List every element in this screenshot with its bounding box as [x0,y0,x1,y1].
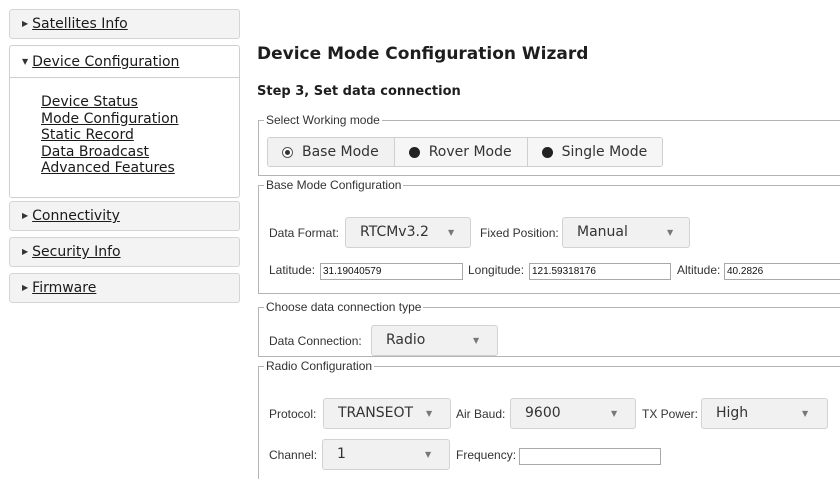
rover-mode-radio[interactable]: Rover Mode [394,138,528,166]
dropdown-arrow-icon: ▼ [473,336,480,345]
caret-down-icon: ▼ [22,57,29,66]
air-baud-label: Air Baud: [456,407,506,421]
radio-unselected-icon [541,146,553,158]
protocol-value: TRANSEOT [338,405,414,421]
sidebar-section-label[interactable]: Device Configuration [32,54,179,70]
data-connection-select[interactable]: Radio ▼ [371,325,498,356]
sidebar-section-device-configuration[interactable]: ▼ Device Configuration [9,45,240,78]
channel-value: 1 [337,446,346,462]
radio-config-legend: Radio Configuration [266,359,373,373]
air-baud-select[interactable]: 9600 ▼ [510,398,636,429]
device-configuration-panel: Device Status Mode Configuration Static … [9,77,240,198]
sidebar-section-connectivity[interactable]: ▶ Connectivity [9,201,240,231]
altitude-label: Altitude: [677,263,721,277]
tx-power-label: TX Power: [642,407,699,421]
caret-right-icon: ▶ [22,283,29,292]
radio-unselected-icon [408,146,420,158]
base-mode-label: Base Mode [302,144,379,160]
dropdown-arrow-icon: ▼ [426,409,433,418]
step-heading: Step 3, Set data connection [257,84,461,99]
tx-power-value: High [716,405,749,421]
data-format-select[interactable]: RTCMv3.2 ▼ [345,217,471,248]
fixed-position-label: Fixed Position: [480,226,559,240]
working-mode-legend: Select Working mode [266,113,380,127]
latitude-label: Latitude: [269,263,316,277]
dropdown-arrow-icon: ▼ [802,409,809,418]
sidebar-link-advanced-features[interactable]: Advanced Features [41,160,239,177]
dropdown-arrow-icon: ▼ [425,450,432,459]
rover-mode-label: Rover Mode [428,144,512,160]
data-format-label: Data Format: [269,226,340,240]
sidebar-section-label[interactable]: Satellites Info [32,16,128,32]
sidebar-link-static-record[interactable]: Static Record [41,127,239,144]
data-connection-label: Data Connection: [269,334,362,348]
sidebar-section-label[interactable]: Connectivity [32,208,120,224]
channel-label: Channel: [269,448,318,462]
air-baud-value: 9600 [525,405,561,421]
sidebar-section-satellites-info[interactable]: ▶ Satellites Info [9,9,240,39]
connection-type-legend: Choose data connection type [266,300,422,314]
sidebar-section-label[interactable]: Security Info [32,244,120,260]
frequency-field[interactable] [519,448,661,465]
sidebar-link-device-status[interactable]: Device Status [41,94,239,111]
page-title: Device Mode Configuration Wizard [257,44,589,64]
dropdown-arrow-icon: ▼ [667,228,674,237]
fixed-position-select[interactable]: Manual ▼ [562,217,690,248]
working-mode-radio-group: Base Mode Rover Mode Single Mode [267,137,664,167]
dropdown-arrow-icon: ▼ [611,409,618,418]
dropdown-arrow-icon: ▼ [448,228,455,237]
frequency-label: Frequency: [456,448,517,462]
protocol-label: Protocol: [269,407,317,421]
channel-select[interactable]: 1 ▼ [322,439,450,470]
sidebar-link-data-broadcast[interactable]: Data Broadcast [41,144,239,161]
sidebar-section-security-info[interactable]: ▶ Security Info [9,237,240,267]
sidebar-section-label[interactable]: Firmware [32,280,96,296]
altitude-field[interactable]: 40.2826 [724,263,840,280]
sidebar-section-firmware[interactable]: ▶ Firmware [9,273,240,303]
single-mode-label: Single Mode [561,144,648,160]
sidebar-link-mode-configuration[interactable]: Mode Configuration [41,111,239,128]
radio-config-fieldset: Radio Configuration Protocol: TRANSEOT ▼… [258,359,840,479]
single-mode-radio[interactable]: Single Mode [527,138,663,166]
latitude-field[interactable]: 31.19040579 [320,263,463,280]
data-format-value: RTCMv3.2 [360,224,429,240]
protocol-select[interactable]: TRANSEOT ▼ [323,398,451,429]
caret-right-icon: ▶ [22,247,29,256]
base-mode-config-fieldset: Base Mode Configuration Data Format: RTC… [258,178,840,294]
tx-power-select[interactable]: High ▼ [701,398,828,429]
base-mode-radio[interactable]: Base Mode [268,138,395,166]
fixed-position-value: Manual [577,224,628,240]
longitude-field[interactable]: 121.59318176 [529,263,671,280]
caret-right-icon: ▶ [22,211,29,220]
radio-selected-icon [282,146,293,158]
base-mode-config-legend: Base Mode Configuration [266,178,402,192]
data-connection-value: Radio [386,332,426,348]
longitude-label: Longitude: [468,263,525,277]
working-mode-fieldset: Select Working mode Base Mode Rover Mode… [258,113,840,176]
connection-type-fieldset: Choose data connection type Data Connect… [258,300,840,357]
caret-right-icon: ▶ [22,19,29,28]
